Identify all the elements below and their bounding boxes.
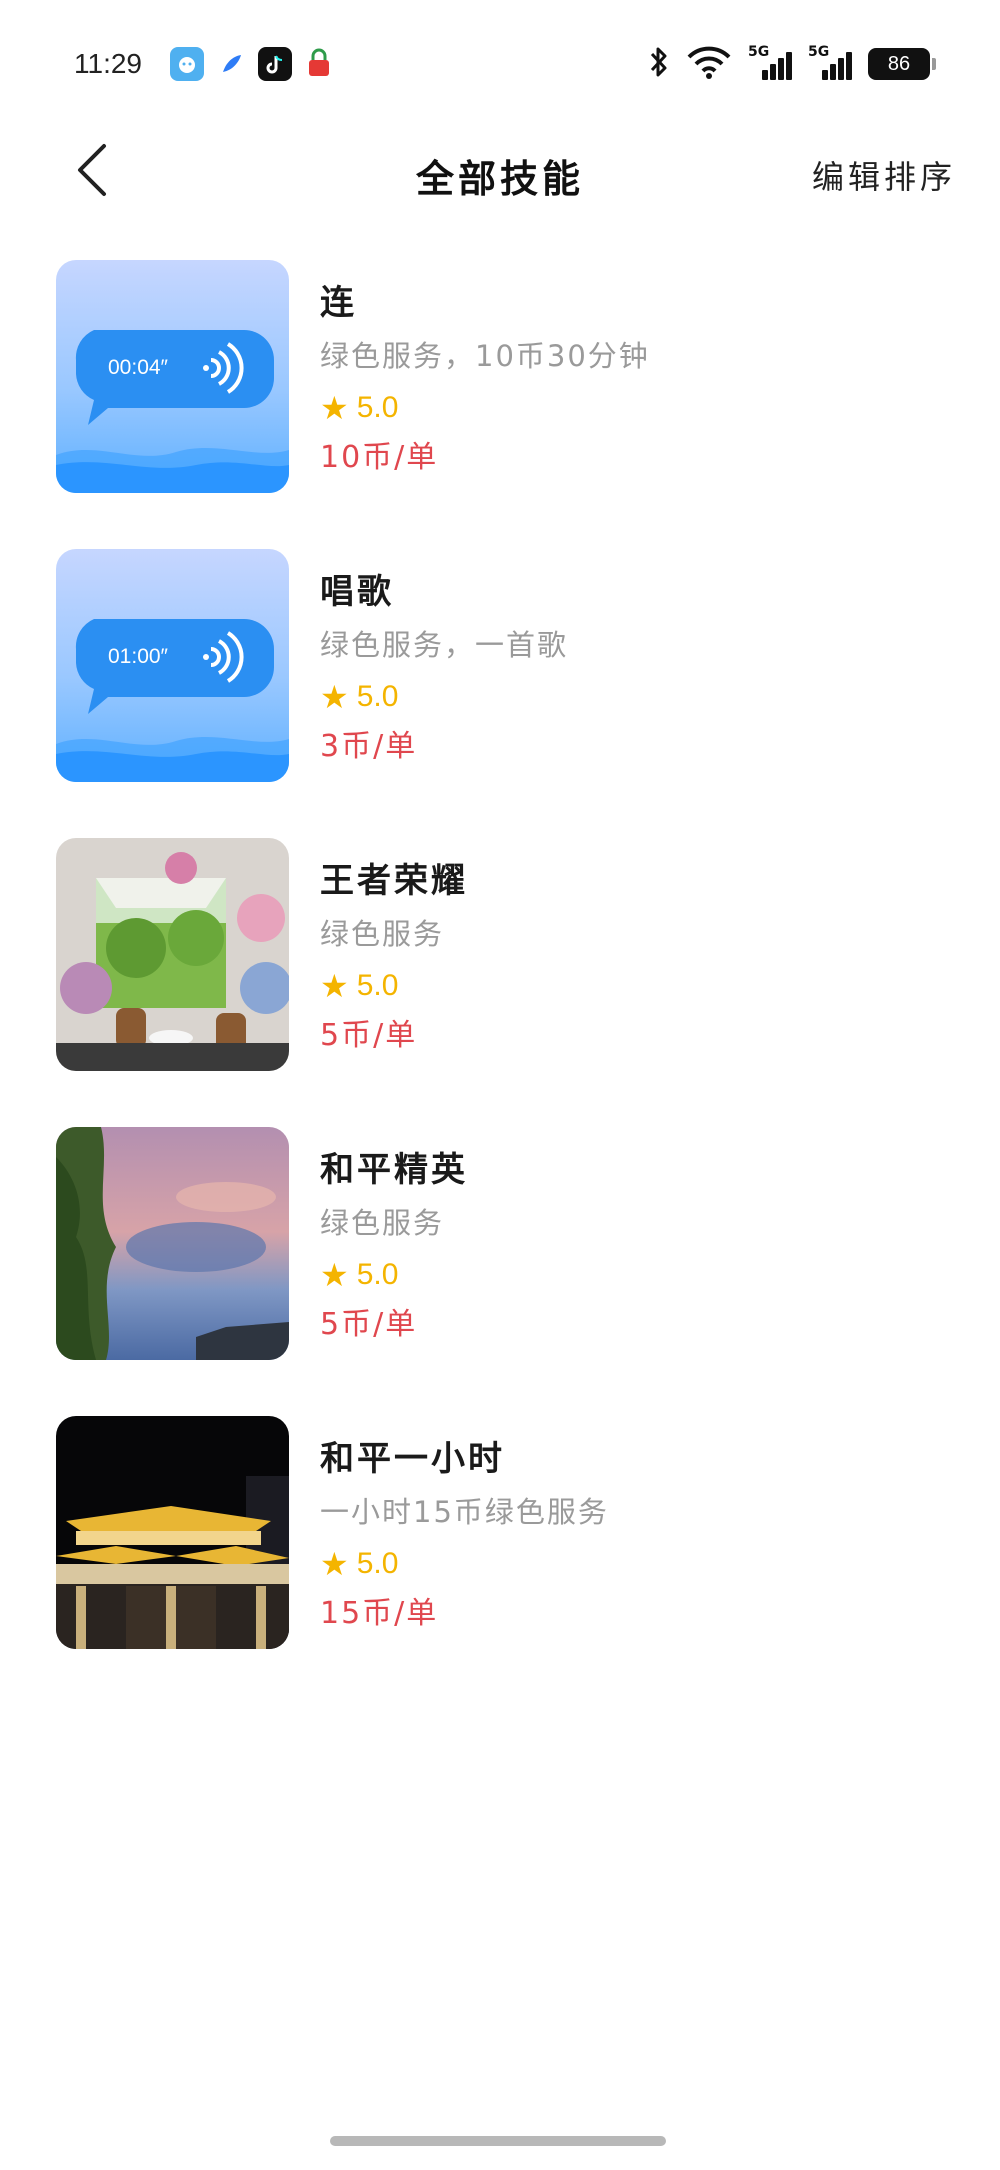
rating-value: 5.0 [356, 969, 399, 1002]
skill-name: 和平一小时 [320, 1439, 505, 1479]
edit-sort-button[interactable]: 编辑排序 [812, 152, 956, 198]
cellular-signal-icon-1: 5G [748, 44, 792, 82]
star-icon: ★ [320, 1256, 349, 1294]
shopping-app-icon [302, 47, 336, 81]
skill-price: 15币/单 [320, 1596, 439, 1631]
wifi-icon [686, 45, 732, 83]
rating-row: ★ 5.0 [320, 675, 960, 719]
skill-info: 连 绿色服务，10币30分钟 ★ 5.0 10币/单 [320, 278, 960, 480]
skill-name: 唱歌 [320, 572, 394, 612]
skill-item[interactable]: 王者荣耀 绿色服务 ★ 5.0 5币/单 [0, 836, 1000, 1125]
nav-bar: 全部技能 编辑排序 [0, 130, 1000, 215]
skill-list: 00:04″ 连 绿色服务，10币30分钟 ★ 5.0 10币/单 01:00″… [0, 258, 1000, 1703]
skill-item[interactable]: 01:00″ 唱歌 绿色服务，一首歌 ★ 5.0 3币/单 [0, 547, 1000, 836]
star-icon: ★ [320, 967, 349, 1005]
night-gate-photo-thumbnail [56, 1416, 289, 1649]
skill-price: 3币/单 [320, 729, 418, 764]
skill-description: 绿色服务，10币30分钟 [320, 339, 650, 373]
skill-info: 和平一小时 一小时15币绿色服务 ★ 5.0 15币/单 [320, 1434, 960, 1636]
skill-description: 绿色服务，一首歌 [320, 628, 569, 662]
clock: 11:29 [74, 48, 142, 79]
skill-description: 绿色服务 [320, 917, 445, 951]
bubble-app-icon [170, 47, 204, 81]
rating-value: 5.0 [356, 1258, 399, 1291]
sky-photo-thumbnail [56, 1127, 289, 1360]
skill-info: 唱歌 绿色服务，一首歌 ★ 5.0 3币/单 [320, 567, 960, 769]
cellular-signal-icon-2: 5G [808, 44, 852, 82]
battery-indicator: 86 [868, 48, 936, 80]
status-indicators: 5G 5G 86 [648, 44, 936, 84]
voice-thumbnail: 00:04″ [56, 260, 289, 493]
star-icon: ★ [320, 678, 349, 716]
rating-value: 5.0 [356, 680, 399, 713]
star-icon: ★ [320, 389, 349, 427]
skill-description: 绿色服务 [320, 1206, 445, 1240]
skill-price: 5币/单 [320, 1307, 418, 1342]
skill-name: 和平精英 [320, 1150, 468, 1190]
skill-item[interactable]: 和平精英 绿色服务 ★ 5.0 5币/单 [0, 1125, 1000, 1414]
voice-duration: 00:04″ [108, 356, 168, 379]
rating-value: 5.0 [356, 1547, 399, 1580]
tiktok-icon [258, 47, 292, 81]
skill-name: 王者荣耀 [320, 861, 468, 901]
skill-info: 和平精英 绿色服务 ★ 5.0 5币/单 [320, 1145, 960, 1347]
skill-price: 10币/单 [320, 440, 439, 475]
skill-price: 5币/单 [320, 1018, 418, 1053]
skill-description: 一小时15币绿色服务 [320, 1495, 609, 1529]
star-icon: ★ [320, 1545, 349, 1583]
bluetooth-icon [648, 45, 670, 83]
skill-info: 王者荣耀 绿色服务 ★ 5.0 5币/单 [320, 856, 960, 1058]
garden-photo-thumbnail [56, 838, 289, 1071]
rating-value: 5.0 [356, 391, 399, 424]
status-bar: 11:29 5G 5G 86 [0, 0, 1000, 130]
rating-row: ★ 5.0 [320, 1253, 960, 1297]
rating-row: ★ 5.0 [320, 964, 960, 1008]
feather-app-icon [214, 47, 248, 81]
skill-item[interactable]: 00:04″ 连 绿色服务，10币30分钟 ★ 5.0 10币/单 [0, 258, 1000, 547]
voice-duration: 01:00″ [108, 645, 168, 668]
voice-thumbnail: 01:00″ [56, 549, 289, 782]
rating-row: ★ 5.0 [320, 386, 960, 430]
home-indicator[interactable] [330, 2136, 666, 2146]
skill-item[interactable]: 和平一小时 一小时15币绿色服务 ★ 5.0 15币/单 [0, 1414, 1000, 1703]
rating-row: ★ 5.0 [320, 1542, 960, 1586]
skill-name: 连 [320, 283, 357, 323]
